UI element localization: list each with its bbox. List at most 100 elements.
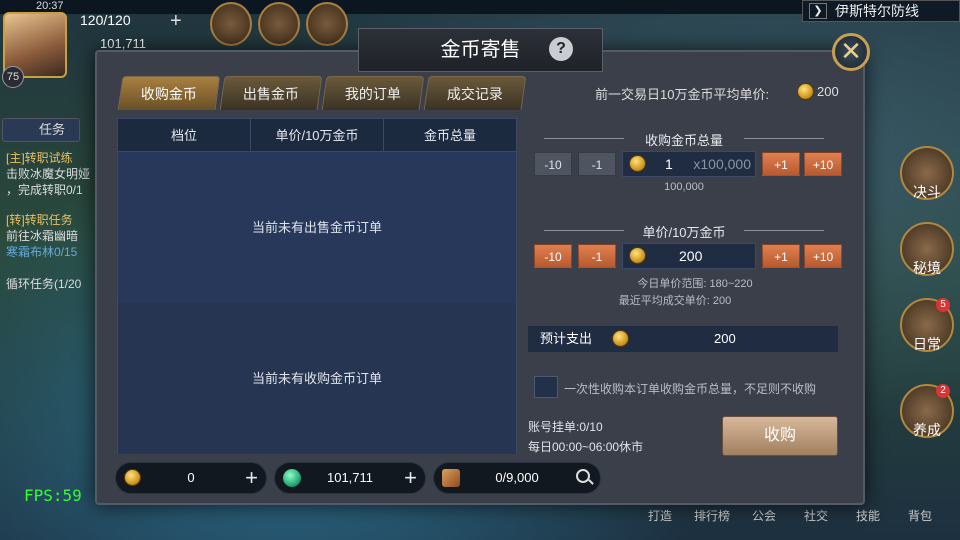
tab-my-orders[interactable]: 我的订单 [321,76,425,110]
player-level: 75 [2,66,24,88]
tab-label: 收购金币 [140,86,197,102]
activity-icon[interactable] [210,2,252,46]
close-icon: ✕ [840,36,862,66]
price-minus10-button[interactable]: -10 [534,244,572,268]
add-gold-button[interactable]: + [245,463,258,493]
menu-ranking[interactable]: 排行榜 [688,507,736,524]
dialog-title: 金币寄售 [440,39,521,61]
secret-realm-button[interactable]: 秘境 [900,222,954,276]
bottom-menu: 打造 排行榜 公会 社交 技能 背包 [636,507,944,524]
price-plus1-button[interactable]: +1 [762,244,800,268]
table-header: 档位 单价/10万金币 金币总量 [118,119,516,152]
quest-line[interactable]: 前往冰霜幽暗 [6,228,78,244]
daily-label: 日常 [913,336,941,352]
top-activity-icons [210,2,348,46]
menu-forge[interactable]: 打造 [636,507,684,524]
menu-bag[interactable]: 背包 [896,507,944,524]
gem-amount: 101,711 [326,470,374,485]
gold-coin-icon [612,330,629,347]
close-button[interactable]: ✕ [832,33,870,71]
search-icon[interactable] [576,469,590,483]
stamina-value: 120/120 [80,12,131,28]
all-or-nothing-label[interactable]: 一次性收购本订单收购金币总量，不足则不收购 [564,380,816,397]
cultivate-badge: 2 [936,384,950,398]
menu-skills[interactable]: 技能 [844,507,892,524]
all-or-nothing-checkbox[interactable] [534,376,558,398]
total-gold-amount: 100,000 [664,181,704,193]
unit-price-field[interactable]: 200 [622,243,756,269]
order-table: 档位 单价/10万金币 金币总量 当前未有出售金币订单 当前未有收购金币订单 [117,118,517,454]
gem-value-hud: 101,711 [100,36,147,51]
tab-trade-history[interactable]: 成交记录 [423,76,527,110]
expand-arrow-icon[interactable]: ❯ [809,3,827,19]
menu-social[interactable]: 社交 [792,507,840,524]
scroll-currency-pill: 0/9,000 [433,462,601,494]
zone-name: 伊斯特尔防线 [835,3,919,19]
clock: 20:37 [36,0,64,12]
total-minus10-button[interactable]: -10 [534,152,572,176]
estimated-cost-row: 预计支出 200 [528,326,838,352]
tab-buy-gold[interactable]: 收购金币 [117,76,221,110]
quest-line[interactable]: 寒霜布林0/15 [6,244,77,260]
gold-coin-icon [797,83,814,100]
estimated-cost-label: 预计支出 [540,331,593,346]
secret-realm-label: 秘境 [913,260,941,276]
col-total-gold: 金币总量 [423,128,476,143]
menu-guild[interactable]: 公会 [740,507,788,524]
avg-price-label: 前一交易日10万金币平均单价: [595,87,770,102]
gem-currency-pill: 101,711 + [274,462,426,494]
fps-counter: FPS:59 [24,486,82,505]
total-plus10-button[interactable]: +10 [804,152,842,176]
gold-currency-pill: 0 + [115,462,267,494]
help-icon[interactable]: ? [549,37,573,61]
scroll-amount: 0/9,000 [495,470,539,485]
add-stamina-button[interactable]: + [170,10,182,33]
buy-order-panel: 收购金币总量 -10 -1 1 x100,000 +1 +10 100,000 … [520,118,848,463]
duel-label: 决斗 [913,184,941,200]
gold-coin-icon [629,155,646,172]
duel-button[interactable]: 决斗 [900,146,954,200]
cultivate-label: 养成 [913,422,941,438]
cultivate-button[interactable]: 2 养成 [900,384,954,438]
total-plus1-button[interactable]: +1 [762,152,800,176]
total-amount-value: 1 [665,156,673,172]
quest-line[interactable]: [主]转职试练 [6,150,73,166]
buy-orders-empty: 当前未有收购金币订单 [118,303,516,454]
sell-orders-empty: 当前未有出售金币订单 [118,152,516,303]
account-orders-count: 账号挂单:0/10 [528,420,603,434]
price-range-hint: 今日单价范围: 180~220 [637,278,753,290]
unit-price-value: 200 [679,248,703,264]
quest-line[interactable]: [转]转职任务 [6,212,73,228]
gold-amount: 0 [187,470,195,485]
tab-label: 我的订单 [344,86,401,102]
price-plus10-button[interactable]: +10 [804,244,842,268]
activity-icon[interactable] [258,2,300,46]
zone-name-bar[interactable]: ❯ 伊斯特尔防线 [802,0,960,22]
daily-button[interactable]: 5 日常 [900,298,954,352]
buy-button[interactable]: 收购 [722,416,838,456]
quest-tab[interactable]: 任务 [2,118,80,142]
col-tier: 档位 [118,119,251,151]
market-closed-hours: 每日00:00~06:00休市 [528,440,644,454]
avg-price-value: 200 [817,84,839,99]
price-minus1-button[interactable]: -1 [578,244,616,268]
tab-label: 出售金币 [242,86,299,102]
recent-avg-hint: 最近平均成交单价: 200 [618,295,732,307]
quest-line[interactable]: 循环任务(1/20 [6,276,81,292]
daily-badge: 5 [936,298,950,312]
quest-line[interactable]: 击败冰魔女明娅 [6,166,90,182]
add-gem-button[interactable]: + [404,463,417,493]
activity-icon[interactable] [306,2,348,46]
tab-bar: 收购金币 出售金币 我的订单 成交记录 [117,76,527,110]
quest-line[interactable]: ，完成转职0/1 [6,182,83,198]
quest-tab-label: 任务 [39,122,66,137]
estimated-cost-value: 200 [714,331,736,346]
total-amount-field[interactable]: 1 x100,000 [622,151,756,177]
avg-price-line: 前一交易日10万金币平均单价: 200 [595,83,839,103]
tab-sell-gold[interactable]: 出售金币 [219,76,323,110]
gold-coin-icon [629,247,646,264]
col-unit-price: 单价/10万金币 [251,119,384,151]
dialog-title-bar: 金币寄售 ? [358,28,603,72]
total-amount-unit: x100,000 [693,156,751,172]
total-minus1-button[interactable]: -1 [578,152,616,176]
